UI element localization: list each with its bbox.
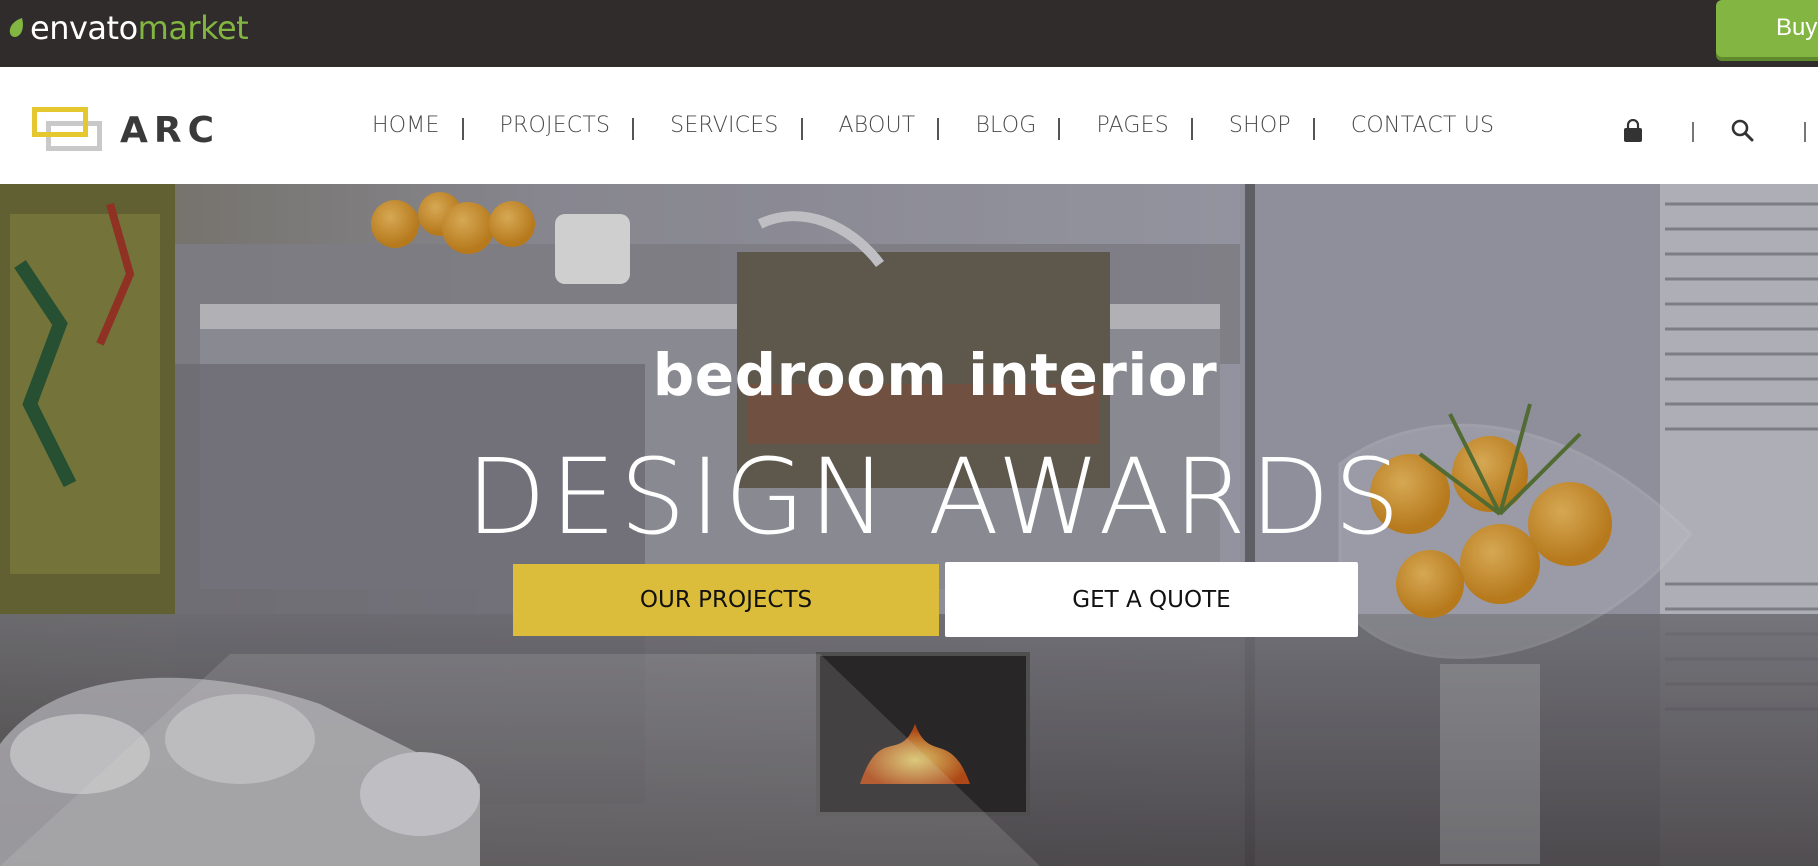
envato-market-bar: envato market Buy No: [0, 0, 1818, 67]
envato-leaf-icon: [9, 18, 23, 37]
nav-item-blog[interactable]: BLOG: [963, 112, 1084, 140]
hero-banner: bedroom interior DESIGN AWARDS OUR PROJE…: [0, 184, 1818, 866]
get-a-quote-button[interactable]: GET A QUOTE: [945, 562, 1358, 637]
hero-title: DESIGN AWARDS: [465, 436, 1405, 558]
nav-item-contact-us[interactable]: CONTACT US: [1339, 113, 1506, 138]
nav-separator: [1190, 117, 1193, 140]
buy-now-label: Buy No: [1776, 14, 1818, 41]
envato-logo-word: envato: [30, 9, 138, 47]
nav-separator: [800, 117, 803, 140]
header-icon-separator: [1692, 122, 1694, 142]
buy-now-button[interactable]: Buy No: [1716, 0, 1818, 57]
nav-item-projects[interactable]: PROJECTS: [488, 112, 659, 140]
brand-name: ARC: [120, 109, 221, 151]
envato-logo-market: market: [137, 9, 249, 47]
nav-item-shop[interactable]: SHOP: [1217, 112, 1339, 140]
our-projects-button[interactable]: OUR PROJECTS: [513, 564, 939, 636]
nav-item-pages[interactable]: PAGES: [1084, 112, 1216, 140]
envato-market-logo[interactable]: envato market: [8, 8, 249, 48]
hero-subtitle: bedroom interior: [652, 341, 1218, 409]
nav-separator: [632, 117, 635, 140]
main-nav: HOME PROJECTS SERVICES ABOUT BLOG PAGES …: [360, 67, 1506, 184]
nav-separator: [461, 117, 464, 140]
nav-separator: [1058, 117, 1061, 140]
nav-separator: [937, 117, 940, 140]
nav-item-home[interactable]: HOME: [360, 112, 488, 140]
brand-logo[interactable]: ARC: [32, 107, 220, 153]
nav-item-services[interactable]: SERVICES: [658, 112, 826, 140]
brand-mark-icon: [32, 107, 102, 153]
site-header: ARC HOME PROJECTS SERVICES ABOUT BLOG PA…: [0, 67, 1818, 184]
header-icon-separator: [1804, 122, 1806, 142]
shopping-bag-icon[interactable]: [1622, 119, 1644, 143]
search-icon[interactable]: [1730, 118, 1754, 142]
nav-separator: [1312, 117, 1315, 140]
nav-item-about[interactable]: ABOUT: [827, 112, 964, 140]
